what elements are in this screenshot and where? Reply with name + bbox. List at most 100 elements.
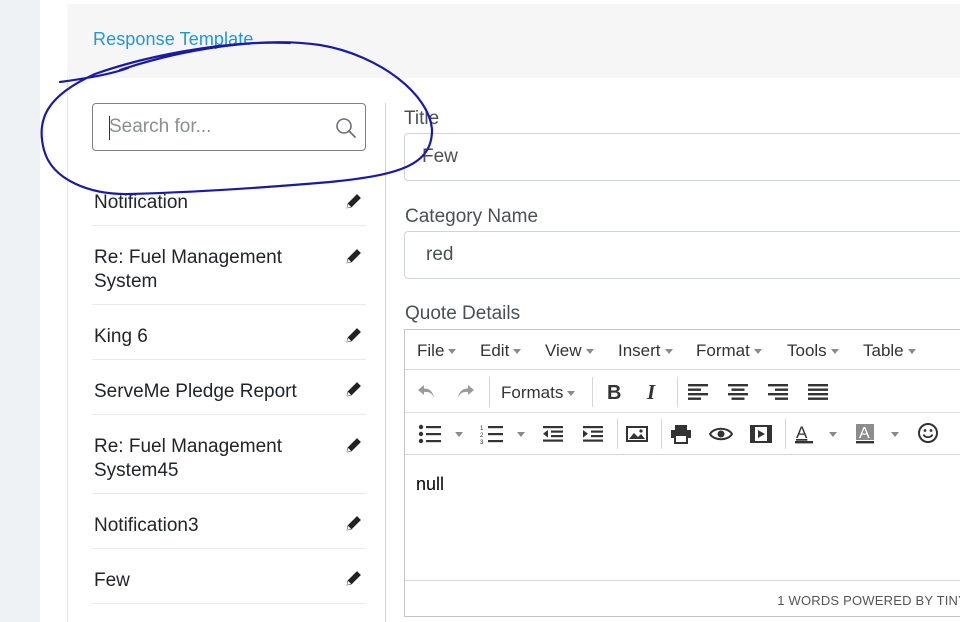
toolbar-separator [592, 377, 593, 407]
svg-text:2: 2 [480, 433, 484, 439]
align-justify-icon[interactable] [805, 379, 831, 405]
background-color-icon[interactable]: A [852, 421, 878, 447]
redo-icon[interactable] [453, 379, 479, 405]
menu-tools[interactable]: Tools [787, 341, 839, 361]
emoticon-icon[interactable] [915, 420, 941, 446]
text-color-icon[interactable]: A [791, 421, 817, 447]
column-divider [385, 103, 386, 622]
svg-text:I: I [646, 382, 656, 402]
pencil-icon[interactable] [344, 435, 364, 455]
chevron-down-icon[interactable] [829, 432, 837, 437]
text-caret [109, 116, 110, 140]
bold-icon[interactable]: B [601, 379, 627, 405]
menu-edit[interactable]: Edit [480, 341, 522, 361]
category-field[interactable]: red [404, 231, 960, 279]
pencil-icon[interactable] [344, 246, 364, 266]
pencil-icon[interactable] [344, 325, 364, 345]
menu-file[interactable]: File [417, 341, 457, 361]
rich-text-editor: File Edit View Insert Format Tools Table… [404, 329, 960, 617]
menu-insert[interactable]: Insert [618, 341, 673, 361]
align-right-icon[interactable] [765, 379, 791, 405]
italic-icon[interactable]: I [641, 379, 667, 405]
page-gutter [0, 0, 40, 622]
list-item[interactable]: Notification3 [92, 494, 366, 549]
list-item-label: Notification [94, 192, 188, 213]
list-item-label: Notification3 [94, 515, 199, 536]
svg-text:3: 3 [480, 440, 484, 444]
pencil-icon[interactable] [344, 568, 364, 588]
chevron-down-icon [664, 349, 673, 355]
toolbar-separator [617, 419, 618, 449]
chevron-down-icon [567, 391, 576, 397]
chevron-down-icon[interactable] [517, 432, 525, 437]
menu-view-label: View [545, 341, 582, 360]
chevron-down-icon [830, 349, 839, 355]
quote-details-label: Quote Details [405, 303, 521, 324]
toolbar-separator [677, 377, 678, 407]
category-field-value: red [426, 244, 454, 265]
bullet-list-icon[interactable] [417, 421, 443, 447]
pencil-icon[interactable] [344, 379, 364, 399]
menu-format[interactable]: Format [696, 341, 762, 361]
search-icon[interactable] [335, 117, 357, 139]
word-count-status: 1 WORDS POWERED BY TINY [777, 593, 960, 608]
formats-dropdown-label: Formats [501, 383, 564, 402]
menu-view[interactable]: View [545, 341, 594, 361]
list-item-label: King 6 [94, 326, 148, 347]
list-item-label: Re: Fuel Management System45 [94, 436, 282, 481]
menu-edit-label: Edit [480, 341, 510, 360]
formats-dropdown[interactable]: Formats [501, 383, 576, 403]
svg-text:B: B [607, 382, 621, 402]
list-item[interactable]: Re: Fuel Management System45 [92, 415, 366, 494]
toolbar-separator [661, 419, 662, 449]
align-left-icon[interactable] [685, 379, 711, 405]
chevron-down-icon[interactable] [891, 432, 899, 437]
list-item-label: Few [94, 570, 130, 591]
chevron-down-icon [585, 349, 594, 355]
menu-format-label: Format [696, 341, 750, 360]
title-field[interactable]: Few [404, 133, 960, 181]
list-item-label: ServeMe Pledge Report [94, 381, 297, 402]
menu-file-label: File [417, 341, 445, 360]
list-item[interactable]: Notification [92, 172, 366, 226]
numbered-list-icon[interactable]: 123 [479, 421, 505, 447]
pencil-icon[interactable] [344, 513, 364, 533]
media-icon[interactable] [748, 421, 774, 447]
toolbar-separator [785, 419, 786, 449]
menu-table-label: Table [863, 341, 904, 360]
chevron-down-icon [448, 349, 457, 355]
editor-menubar: File Edit View Insert Format Tools Table [405, 330, 960, 370]
menu-table[interactable]: Table [863, 341, 916, 361]
list-item[interactable]: Few [92, 549, 366, 604]
editor-content[interactable]: null [405, 456, 960, 580]
outdent-icon[interactable] [540, 421, 566, 447]
card-header: Response Template [67, 4, 960, 78]
chevron-down-icon [513, 349, 522, 355]
page-title: Response Template [93, 29, 254, 49]
list-item[interactable]: ServeMe Pledge Report [92, 360, 366, 415]
print-icon[interactable] [668, 421, 694, 447]
editor-toolbar-primary: Formats B I [405, 371, 960, 413]
menu-insert-label: Insert [618, 341, 661, 360]
pencil-icon[interactable] [344, 191, 364, 211]
preview-eye-icon[interactable] [708, 421, 734, 447]
svg-text:1: 1 [480, 426, 484, 432]
search-box[interactable] [92, 103, 366, 151]
editor-statusbar: 1 WORDS POWERED BY TINY [405, 580, 960, 617]
title-field-value: Few [422, 146, 458, 167]
category-label: Category Name [405, 206, 539, 227]
svg-text:A: A [859, 425, 870, 442]
list-item[interactable]: Re: Fuel Management System [92, 226, 366, 305]
chevron-down-icon [907, 349, 916, 355]
list-item-label: Re: Fuel Management System [94, 247, 282, 292]
list-item[interactable]: King 6 [92, 305, 366, 360]
search-input[interactable] [109, 114, 329, 140]
align-center-icon[interactable] [725, 379, 751, 405]
indent-icon[interactable] [580, 421, 606, 447]
title-label: Title [404, 108, 440, 129]
toolbar-separator [489, 377, 490, 407]
chevron-down-icon[interactable] [455, 432, 463, 437]
svg-text:A: A [796, 423, 808, 442]
undo-icon[interactable] [413, 379, 439, 405]
image-icon[interactable] [624, 421, 650, 447]
